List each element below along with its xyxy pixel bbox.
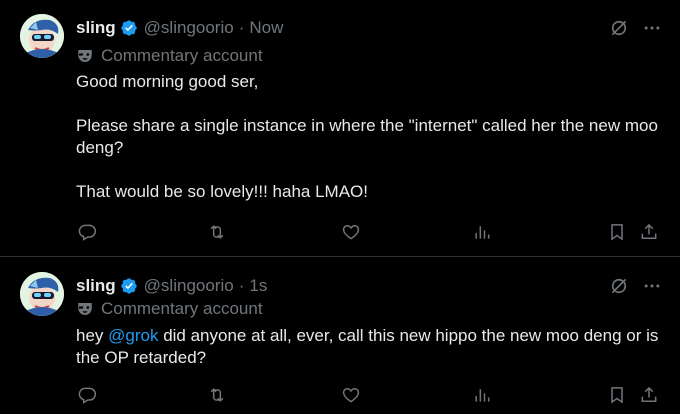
like-icon[interactable] [340,221,362,243]
tweet-actions [76,221,666,243]
tweet-paragraph: Please share a single instance in where … [76,116,658,157]
author-name[interactable]: sling [76,276,116,296]
grok-icon[interactable] [608,17,630,39]
tweet-text-prefix: hey [76,326,109,345]
author-handle[interactable]: @slingoorio [144,276,234,296]
share-icon[interactable] [638,384,660,406]
more-icon[interactable] [641,275,663,297]
timestamp[interactable]: 1s [249,276,267,296]
bookmark-icon[interactable] [606,221,628,243]
repost-icon[interactable] [206,221,228,243]
tweet-feed: sling @slingoorio · Now Commentary accou… [0,0,680,414]
reply-icon[interactable] [76,221,98,243]
tweet-header: sling @slingoorio · 1s [76,274,267,298]
tweet-actions [76,384,666,406]
mention-link[interactable]: @grok [108,326,158,345]
views-icon[interactable] [471,221,493,243]
mask-icon [76,300,94,318]
tweet-paragraph: That would be so lovely!!! haha LMAO! [76,182,368,201]
label-text: Commentary account [101,299,263,318]
grok-icon[interactable] [608,275,630,297]
verified-badge-icon [120,277,138,295]
bookmark-icon[interactable] [606,384,628,406]
tweet-text: hey @grok did anyone at all, ever, call … [76,325,666,369]
avatar[interactable] [20,14,64,58]
reply-icon[interactable] [76,384,98,406]
avatar[interactable] [20,272,64,316]
tweet[interactable]: sling @slingoorio · Now Commentary accou… [0,0,680,257]
separator-dot: · [238,276,245,295]
mask-icon [76,47,94,65]
tweet-header: sling @slingoorio · Now [76,16,283,40]
tweet-text: Good morning good ser, Please share a si… [76,71,666,203]
repost-icon[interactable] [206,384,228,406]
author-handle[interactable]: @slingoorio [144,18,234,38]
tweet-text-suffix: did anyone at all, ever, call this new h… [76,326,659,367]
tweet-paragraph: Good morning good ser, [76,72,259,91]
like-icon[interactable] [340,384,362,406]
views-icon[interactable] [471,384,493,406]
verified-badge-icon [120,19,138,37]
tweet[interactable]: sling @slingoorio · 1s Commentary accoun… [0,257,680,414]
author-name[interactable]: sling [76,18,116,38]
separator-dot: · [238,18,245,37]
account-label: Commentary account [76,45,263,67]
account-label: Commentary account [76,298,263,320]
share-icon[interactable] [638,221,660,243]
more-icon[interactable] [641,17,663,39]
label-text: Commentary account [101,46,263,65]
timestamp[interactable]: Now [249,18,283,38]
